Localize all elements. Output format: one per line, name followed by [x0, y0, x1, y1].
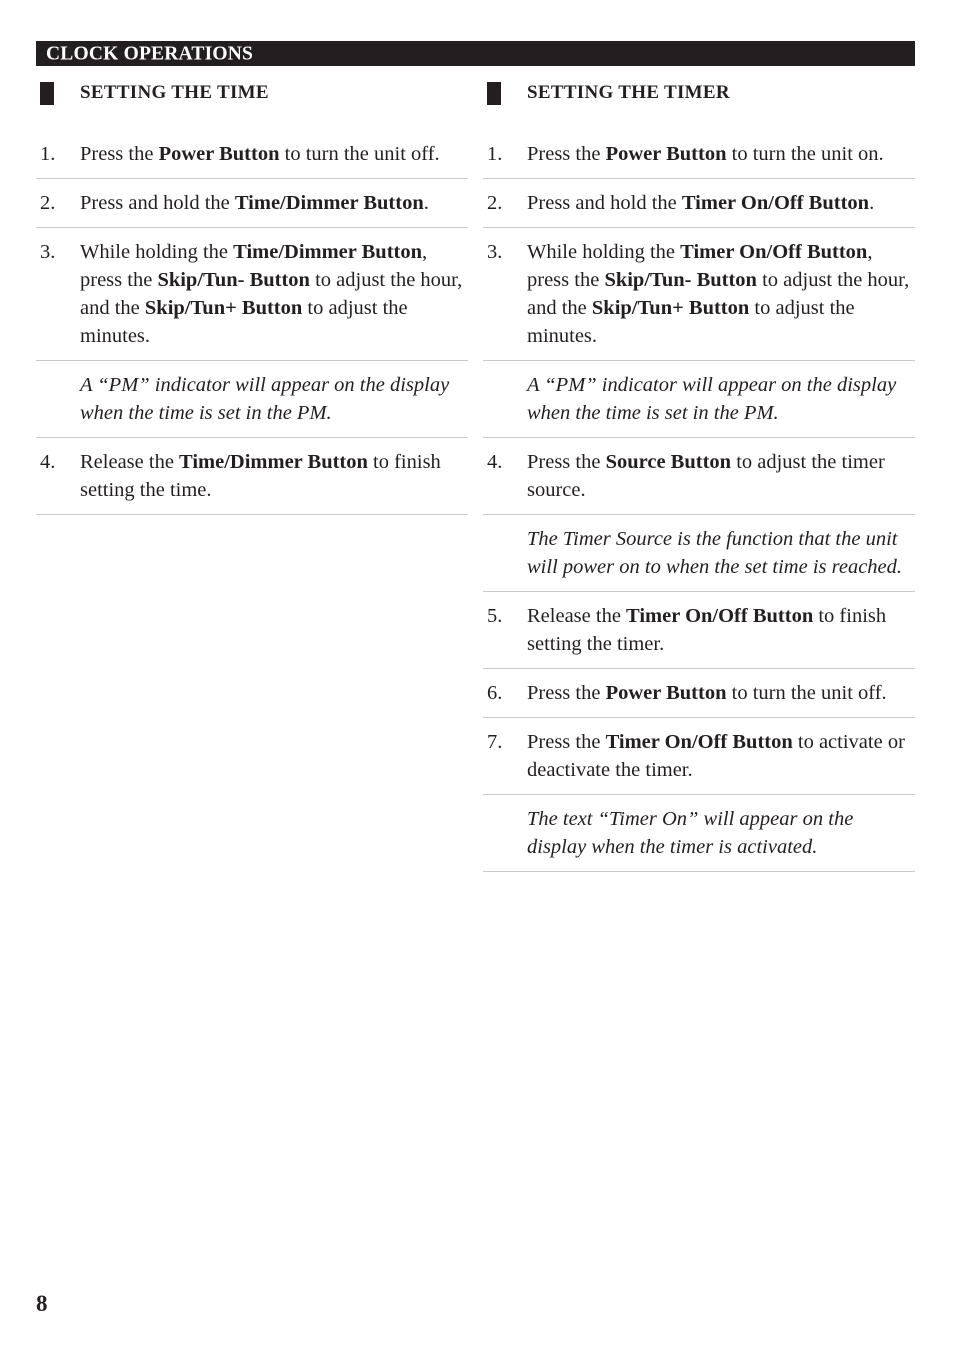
step-text: Press the Power Button to turn the unit … [527, 679, 915, 707]
step-number: 5. [487, 605, 503, 627]
text-run: While holding the [527, 241, 681, 263]
note-text: A “PM” indicator will appear on the disp… [527, 371, 915, 427]
step-number: 2. [40, 192, 56, 214]
procedure-list: 1. Press the Power Button to turn the uni… [483, 140, 915, 872]
procedure-note: The Timer Source is the function that th… [483, 515, 915, 592]
step-number: 2. [487, 192, 503, 214]
step-text: Press the Timer On/Off Button to activat… [527, 728, 915, 784]
procedure-note: A “PM” indicator will appear on the disp… [36, 361, 468, 438]
control-name: Source Button [605, 451, 732, 473]
page-number: 8 [36, 1291, 48, 1316]
note-text: The text “Timer On” will appear on the d… [527, 805, 915, 861]
text-run: A “PM” indicator will appear on the disp… [80, 374, 450, 424]
step-number: 6. [487, 682, 503, 704]
procedure-step: 2. Press and hold the Timer On/Off Button… [483, 179, 915, 228]
step-number: 3. [487, 241, 503, 263]
text-run: to turn the unit off. [279, 143, 440, 165]
text-run: Press the [527, 731, 606, 753]
section-bullet-square-icon [487, 82, 501, 105]
procedure-step: 3. While holding the Timer On/Off Button,… [483, 228, 915, 361]
step-text: Press the Power Button to turn the unit … [80, 140, 468, 168]
manual-page: CLOCK OPERATIONS SETTING THE TIME 1. Pres… [0, 0, 954, 1354]
text-run: Press the [527, 682, 606, 704]
note-text: A “PM” indicator will appear on the disp… [80, 371, 468, 427]
procedure-step: 4. Press the Source Button to adjust the … [483, 438, 915, 515]
section-header: SETTING THE TIME [36, 80, 468, 114]
step-number: 1. [40, 143, 56, 165]
step-number: 1. [487, 143, 503, 165]
text-run: to turn the unit on. [726, 143, 884, 165]
step-text: While holding the Time/Dimmer Button, pr… [80, 238, 468, 350]
procedure-step: 2. Press and hold the Time/Dimmer Button. [36, 179, 468, 228]
procedure-note: A “PM” indicator will appear on the disp… [483, 361, 915, 438]
procedure-step: 3. While holding the Time/Dimmer Button, … [36, 228, 468, 361]
step-text: While holding the Timer On/Off Button, p… [527, 238, 915, 350]
procedure-step: 1. Press the Power Button to turn the uni… [36, 140, 468, 179]
text-run: to turn the unit off. [726, 682, 887, 704]
column-setting-the-timer: SETTING THE TIMER 1. Press the Power Butt… [483, 80, 915, 872]
step-text: Release the Timer On/Off Button to finis… [527, 602, 915, 658]
chapter-banner: CLOCK OPERATIONS [36, 41, 915, 66]
section-title: SETTING THE TIMER [527, 82, 730, 103]
control-name: Skip/Tun+ Button [144, 297, 303, 319]
procedure-note: The text “Timer On” will appear on the d… [483, 795, 915, 872]
step-text: Press the Power Button to turn the unit … [527, 140, 915, 168]
control-name: Power Button [605, 682, 727, 704]
procedure-step: 6. Press the Power Button to turn the uni… [483, 669, 915, 718]
control-name: Time/Dimmer Button [179, 451, 368, 473]
text-run: While holding the [80, 241, 234, 263]
section-bullet-square-icon [40, 82, 54, 105]
control-name: Skip/Tun+ Button [591, 297, 750, 319]
control-name: Skip/Tun- Button [157, 269, 310, 291]
text-run: Release the [527, 605, 627, 627]
control-name: Timer On/Off Button [680, 241, 868, 263]
text-run: Press the [80, 143, 159, 165]
step-number: 4. [40, 451, 56, 473]
step-number: 3. [40, 241, 56, 263]
control-name: Timer On/Off Button [626, 605, 814, 627]
text-run: Release the [80, 451, 180, 473]
text-run: . [423, 192, 429, 214]
text-run: A “PM” indicator will appear on the disp… [527, 374, 897, 424]
step-text: Press the Source Button to adjust the ti… [527, 448, 915, 504]
control-name: Timer On/Off Button [681, 192, 870, 214]
section-header: SETTING THE TIMER [483, 80, 915, 114]
text-run: The text “Timer On” will appear on the d… [527, 808, 854, 858]
procedure-step: 4. Release the Time/Dimmer Button to fini… [36, 438, 468, 515]
control-name: Timer On/Off Button [605, 731, 793, 753]
control-name: Skip/Tun- Button [604, 269, 757, 291]
text-run: The Timer Source is the function that th… [527, 528, 903, 578]
text-run: Press and hold the [80, 192, 235, 214]
control-name: Time/Dimmer Button [234, 192, 424, 214]
text-run: Press the [527, 143, 606, 165]
text-run: Press the [527, 451, 606, 473]
procedure-step: 7. Press the Timer On/Off Button to activ… [483, 718, 915, 795]
procedure-step: 5. Release the Timer On/Off Button to fin… [483, 592, 915, 669]
control-name: Power Button [158, 143, 280, 165]
text-run: . [869, 192, 875, 214]
procedure-step: 1. Press the Power Button to turn the uni… [483, 140, 915, 179]
procedure-list: 1. Press the Power Button to turn the uni… [36, 140, 468, 515]
control-name: Power Button [605, 143, 727, 165]
column-setting-the-time: SETTING THE TIME 1. Press the Power Butto… [36, 80, 468, 515]
step-text: Release the Time/Dimmer Button to finish… [80, 448, 468, 504]
text-run: Press and hold the [527, 192, 682, 214]
step-number: 7. [487, 731, 503, 753]
note-text: The Timer Source is the function that th… [527, 525, 915, 581]
step-number: 4. [487, 451, 503, 473]
chapter-title: CLOCK OPERATIONS [46, 42, 254, 64]
step-text: Press and hold the Timer On/Off Button. [527, 189, 915, 217]
control-name: Time/Dimmer Button [233, 241, 423, 263]
section-title: SETTING THE TIME [80, 82, 269, 103]
step-text: Press and hold the Time/Dimmer Button. [80, 189, 468, 217]
